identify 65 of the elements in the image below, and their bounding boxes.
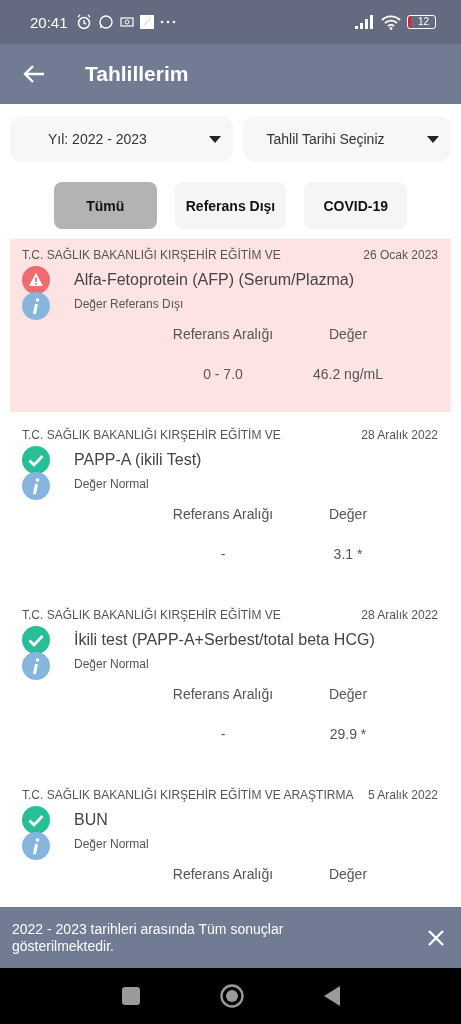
chat-bubble-icon xyxy=(97,14,114,30)
hospital-name: T.C. SAĞLIK BAKANLIĞI KIRŞEHİR EĞİTİM VE xyxy=(22,608,281,622)
info-icon[interactable] xyxy=(22,832,50,860)
caret-icon xyxy=(427,135,439,143)
test-name: Alfa-Fetoprotein (AFP) (Serum/Plazma) xyxy=(74,271,355,289)
check-icon xyxy=(22,806,50,834)
test-name: BUN xyxy=(74,811,108,829)
filter-chip[interactable]: COVID-19 xyxy=(304,182,408,229)
close-icon[interactable] xyxy=(427,928,445,947)
column-header: Referans Aralığı xyxy=(171,686,275,702)
column-header: Değer xyxy=(327,506,369,522)
check-icon xyxy=(22,626,50,654)
result-status: Değer Normal xyxy=(74,657,149,671)
filter-chip[interactable]: Tümü xyxy=(53,182,157,229)
wifi-icon xyxy=(380,14,401,30)
info-icon[interactable] xyxy=(22,652,50,680)
result-value: 46.2 ng/mL xyxy=(311,366,385,382)
column-header: Referans Aralığı xyxy=(171,326,275,342)
column-header: Değer xyxy=(327,326,369,342)
hospital-name: T.C. SAĞLIK BAKANLIĞI KIRŞEHİR EĞİTİM VE xyxy=(22,428,281,442)
reference-range: - xyxy=(219,546,227,562)
photo-icon xyxy=(119,16,134,28)
recents-icon[interactable] xyxy=(121,987,140,1005)
result-status: Değer Normal xyxy=(74,477,149,491)
dropdown[interactable]: Yıl: 2022 - 2023 xyxy=(10,116,233,162)
column-header: Referans Aralığı xyxy=(171,506,275,522)
result-date: 28 Aralık 2022 xyxy=(361,428,438,442)
back-icon[interactable] xyxy=(323,986,340,1006)
result-card[interactable]: T.C. SAĞLIK BAKANLIĞI KIRŞEHİR EĞİTİM VE 28 Aralık 2022 PAPP-A (ikili Test) Değer Normal Referans Aralığı Değer - 3.1 * xyxy=(0,419,461,599)
test-name: İkili test (PAPP-A+Serbest/total beta HCG) xyxy=(74,631,375,649)
result-status: Değer Referans Dışı xyxy=(74,297,184,311)
result-date: 28 Aralık 2022 xyxy=(361,608,438,622)
result-value: 3.1 * xyxy=(332,546,364,562)
result-date: 26 Ocak 2023 xyxy=(363,248,438,262)
info-icon[interactable] xyxy=(22,292,50,320)
alarm-clock-icon xyxy=(75,14,92,30)
caret-icon xyxy=(208,135,221,143)
result-card[interactable]: T.C. SAĞLIK BAKANLIĞI KIRŞEHİR EĞİTİM VE 28 Aralık 2022 İkili test (PAPP-A+Serbest/total beta HCG) Değer Normal Referans Aralığı Değer - 29.9 * xyxy=(0,599,461,779)
signal-icon xyxy=(354,15,375,29)
result-status: Değer Normal xyxy=(74,837,149,851)
column-header: Referans Aralığı xyxy=(171,866,275,882)
image-thumbnail-icon xyxy=(139,15,154,29)
warning-icon xyxy=(22,266,50,294)
result-card[interactable]: T.C. SAĞLIK BAKANLIĞI KIRŞEHİR EĞİTİM VE 26 Ocak 2023 Alfa-Fetoprotein (AFP) (Serum/Plazma) Değer Referans Dışı Referans Aralığı Değer 0 - 7.0 46.2 ng/mL xyxy=(10,239,451,412)
reference-range: 0 - 7.0 xyxy=(202,366,244,382)
hospital-name: T.C. SAĞLIK BAKANLIĞI KIRŞEHİR EĞİTİM VE ARAŞTIRMA xyxy=(22,788,354,802)
home-icon[interactable] xyxy=(219,984,244,1008)
page-title: Tahlillerim xyxy=(85,62,189,86)
column-header: Değer xyxy=(327,686,369,702)
reference-range: - xyxy=(219,726,227,742)
result-card[interactable]: T.C. SAĞLIK BAKANLIĞI KIRŞEHİR EĞİTİM VE ARAŞTIRMA 5 Aralık 2022 BUN Değer Normal Referans Aralığı Değer xyxy=(0,779,461,907)
snackbar-message: 2022 - 2023 tarihleri arasında Tüm sonuçlar gösterilmektedir. xyxy=(12,920,285,955)
column-header: Değer xyxy=(327,866,369,882)
result-date: 5 Aralık 2022 xyxy=(367,788,438,802)
check-icon xyxy=(22,446,50,474)
filter-chip[interactable]: Referans Dışı xyxy=(174,182,287,229)
clock-text: 20:41 xyxy=(30,13,68,31)
test-name: PAPP-A (ikili Test) xyxy=(74,451,202,469)
more-dots-icon xyxy=(159,20,176,24)
battery-indicator: 12 xyxy=(406,15,436,29)
dropdown[interactable]: Tahlil Tarihi Seçiniz xyxy=(242,116,451,162)
result-value: 29.9 * xyxy=(328,726,368,742)
info-icon[interactable] xyxy=(22,472,50,500)
hospital-name: T.C. SAĞLIK BAKANLIĞI KIRŞEHİR EĞİTİM VE xyxy=(22,248,281,262)
back-arrow-icon[interactable] xyxy=(23,64,45,84)
